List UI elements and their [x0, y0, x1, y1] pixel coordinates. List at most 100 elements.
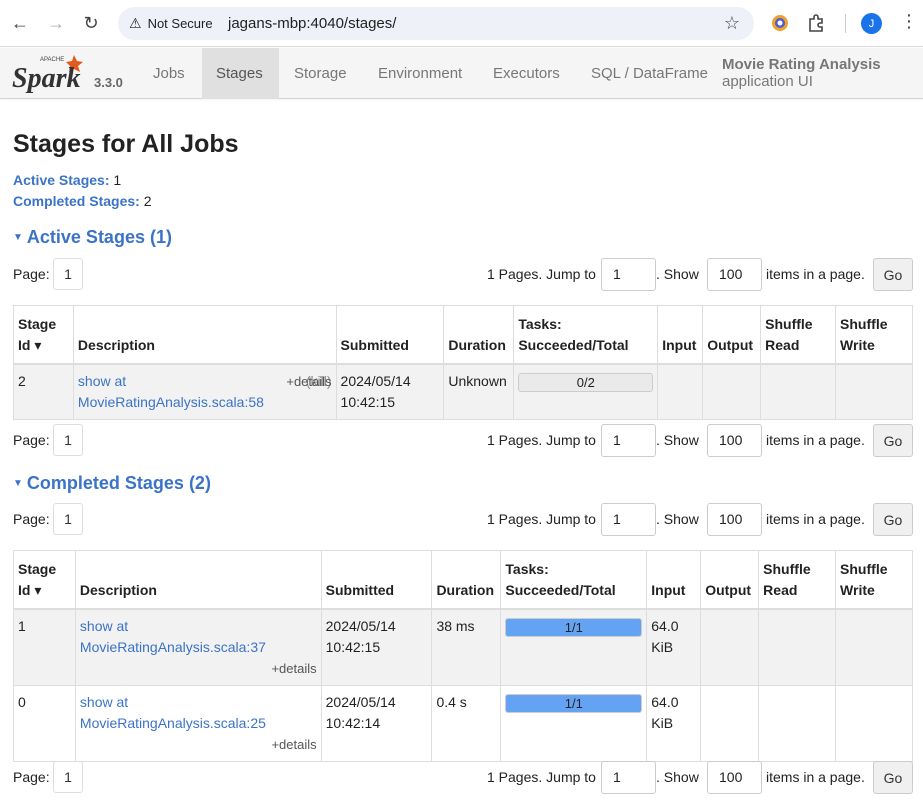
desc-line2: MovieRatingAnalysis.scala:58	[77, 394, 264, 410]
input-size: 64.0 KiB	[646, 685, 702, 762]
table-header-row: Stage Id ▾ Description Submitted Duratio…	[13, 550, 913, 610]
spark-logo[interactable]: APACHE Spark	[12, 51, 92, 95]
col-submitted[interactable]: Submitted	[335, 305, 445, 365]
logo-wordmark: Spark	[12, 63, 80, 94]
details-toggle[interactable]: +details	[286, 371, 331, 392]
go-button[interactable]: Go	[873, 258, 913, 291]
tab-stages[interactable]: Stages	[202, 48, 279, 99]
details-toggle[interactable]: +details	[80, 658, 316, 679]
jump-page-input[interactable]: 1	[601, 258, 656, 291]
col-submitted[interactable]: Submitted	[320, 550, 433, 610]
page-number-button[interactable]: 1	[53, 258, 83, 290]
extension-circle-icon[interactable]	[770, 13, 790, 33]
forward-arrow-icon[interactable]: →	[45, 12, 67, 34]
reload-icon[interactable]: ↻	[80, 12, 102, 34]
spark-navbar: APACHE Spark 3.3.0 Jobs Stages Storage E…	[0, 48, 923, 99]
go-button[interactable]: Go	[873, 503, 913, 536]
input-size	[657, 363, 704, 420]
col-stage-id[interactable]: Stage Id ▾	[13, 550, 76, 610]
jump-page-input[interactable]: 1	[601, 761, 656, 794]
show-label: . Show	[656, 266, 699, 282]
active-stages-header[interactable]: ▼ Active Stages (1)	[13, 227, 172, 248]
col-shuffle-write[interactable]: Shuffle Write	[835, 550, 913, 610]
profile-avatar[interactable]: J	[861, 13, 882, 34]
stage-description: show at MovieRatingAnalysis.scala:25 +det…	[74, 685, 322, 762]
page-number-button[interactable]: 1	[53, 424, 83, 456]
page-title: Stages for All Jobs	[13, 130, 239, 158]
duration: 0.4 s	[431, 685, 502, 762]
output-size	[700, 685, 760, 762]
desc-line1: show at	[79, 618, 129, 634]
shuffle-read	[760, 363, 837, 420]
col-shuffle-write[interactable]: Shuffle Write	[835, 305, 913, 365]
page-size-input[interactable]: 100	[707, 424, 762, 457]
bookmark-star-icon[interactable]: ☆	[724, 13, 740, 34]
desc-line2: MovieRatingAnalysis.scala:25	[79, 715, 266, 731]
col-output[interactable]: Output	[702, 305, 762, 365]
page-label: Page:	[13, 769, 50, 785]
col-description[interactable]: Description	[72, 305, 337, 365]
col-duration[interactable]: Duration	[431, 550, 502, 610]
go-button[interactable]: Go	[873, 761, 913, 794]
tab-environment[interactable]: Environment	[364, 48, 476, 99]
spark-version: 3.3.0	[94, 75, 123, 90]
col-tasks[interactable]: Tasks: Succeeded/Total	[500, 550, 648, 610]
output-size	[700, 608, 760, 686]
task-progress-bar: 1/1	[505, 618, 643, 637]
items-label: items in a page.	[766, 432, 865, 448]
completed-stages-link[interactable]: Completed Stages:	[13, 193, 140, 209]
table-header-row: Stage Id ▾ Description Submitted Duratio…	[13, 305, 913, 365]
col-tasks[interactable]: Tasks: Succeeded/Total	[513, 305, 659, 365]
jump-page-input[interactable]: 1	[601, 503, 656, 536]
stage-link[interactable]: show at MovieRatingAnalysis.scala:37	[80, 618, 266, 655]
stage-id: 1	[13, 608, 76, 686]
details-toggle[interactable]: +details	[80, 734, 316, 755]
page-number-button[interactable]: 1	[53, 761, 83, 793]
warning-icon: ⚠	[129, 15, 142, 31]
tab-sql-dataframe[interactable]: SQL / DataFrame	[577, 48, 722, 99]
submitted-time: 2024/05/14 10:42:14	[320, 685, 433, 762]
collapse-caret-icon: ▼	[13, 478, 23, 489]
table-row: 2 (kill) show at MovieRatingAnalysis.scal…	[13, 363, 913, 420]
col-description[interactable]: Description	[74, 550, 322, 610]
desc-line1: show at	[79, 694, 129, 710]
address-bar[interactable]: ⚠ Not Secure jagans-mbp:4040/stages/ ☆	[118, 7, 754, 40]
completed-stages-header[interactable]: ▼ Completed Stages (2)	[13, 473, 211, 494]
stage-id: 2	[13, 363, 74, 420]
pager-active-top: Page: 1 1 Pages. Jump to 1 . Show 100 it…	[13, 258, 913, 291]
col-shuffle-read[interactable]: Shuffle Read	[760, 305, 837, 365]
col-shuffle-read[interactable]: Shuffle Read	[758, 550, 837, 610]
col-output[interactable]: Output	[700, 550, 760, 610]
puzzle-extensions-icon[interactable]	[806, 13, 826, 33]
jump-page-input[interactable]: 1	[601, 424, 656, 457]
go-button[interactable]: Go	[873, 424, 913, 457]
col-duration[interactable]: Duration	[443, 305, 515, 365]
back-arrow-icon[interactable]: ←	[9, 12, 31, 34]
pager-completed-top: Page: 1 1 Pages. Jump to 1 . Show 100 it…	[13, 503, 913, 536]
page-size-input[interactable]: 100	[707, 761, 762, 794]
stage-link[interactable]: show at MovieRatingAnalysis.scala:25	[80, 694, 266, 731]
stage-link[interactable]: show at MovieRatingAnalysis.scala:58	[78, 373, 264, 410]
shuffle-read	[758, 608, 837, 686]
active-stages-table: Stage Id ▾ Description Submitted Duratio…	[13, 305, 913, 420]
page-size-input[interactable]: 100	[707, 503, 762, 536]
col-input[interactable]: Input	[657, 305, 704, 365]
active-stages-link[interactable]: Active Stages:	[13, 172, 109, 188]
submitted-time: 2024/05/14 10:42:15	[320, 608, 433, 686]
page-number-button[interactable]: 1	[53, 503, 83, 535]
app-suffix: application UI	[722, 73, 813, 90]
more-menu-icon[interactable]: ⋮	[900, 11, 918, 32]
jump-to-label: 1 Pages. Jump to	[487, 769, 596, 785]
url-text[interactable]: jagans-mbp:4040/stages/	[228, 15, 396, 32]
tab-storage[interactable]: Storage	[280, 48, 361, 99]
page-size-input[interactable]: 100	[707, 258, 762, 291]
tab-jobs[interactable]: Jobs	[139, 48, 199, 99]
col-stage-id[interactable]: Stage Id ▾	[13, 305, 74, 365]
toolbar-divider	[845, 14, 846, 33]
col-input[interactable]: Input	[646, 550, 702, 610]
page-label: Page:	[13, 432, 50, 448]
task-progress-bar: 0/2	[518, 373, 654, 392]
task-count: 0/2	[576, 375, 595, 390]
jump-to-label: 1 Pages. Jump to	[487, 511, 596, 527]
tab-executors[interactable]: Executors	[479, 48, 574, 99]
